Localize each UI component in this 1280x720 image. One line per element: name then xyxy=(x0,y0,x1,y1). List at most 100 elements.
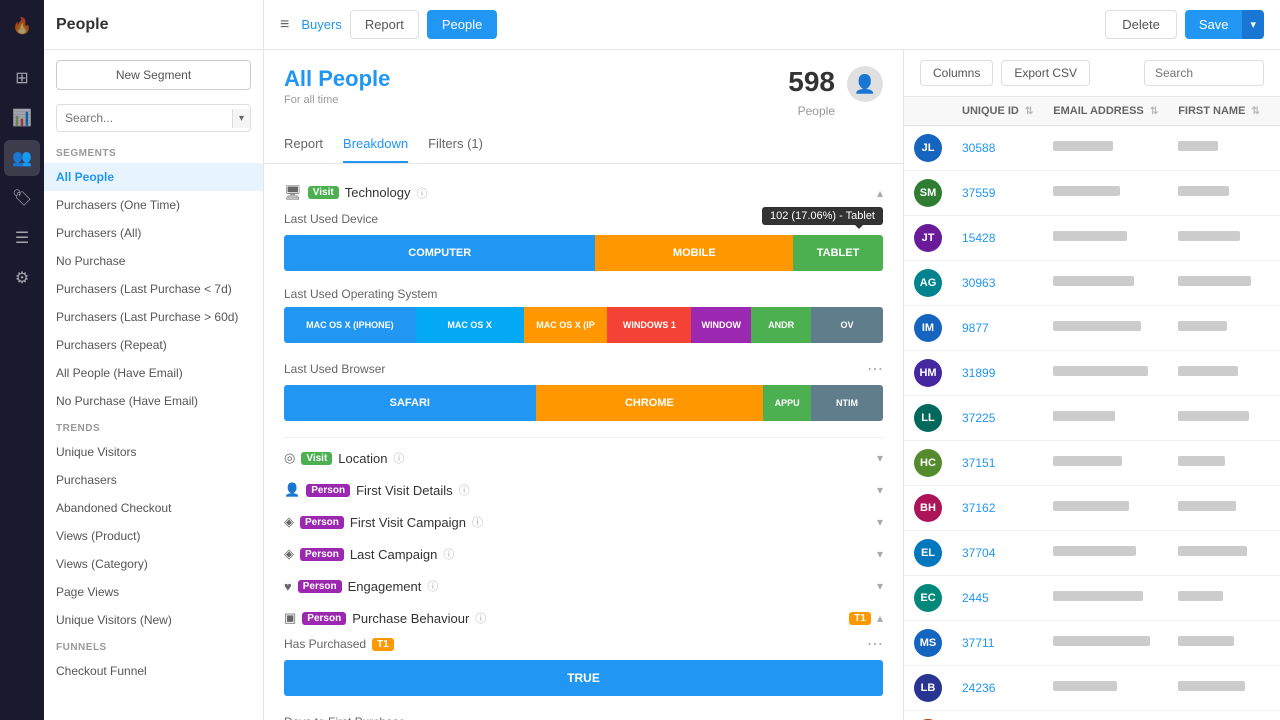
engagement-info-icon[interactable]: ⓘ xyxy=(427,578,438,594)
sidebar-item-all-people[interactable]: All People xyxy=(44,163,263,191)
people-icon[interactable]: 👥 xyxy=(4,140,40,176)
purchase-collapse-icon[interactable]: ▴ xyxy=(877,611,883,625)
save-dropdown-button[interactable]: ▾ xyxy=(1242,10,1264,39)
export-csv-button[interactable]: Export CSV xyxy=(1001,60,1090,86)
first-visit-details-left: 👤 Person First Visit Details ⓘ xyxy=(284,482,470,498)
purchase-behaviour-header[interactable]: ▣ Person Purchase Behaviour ⓘ T1 ▴ xyxy=(284,602,883,634)
chart-icon[interactable]: 📊 xyxy=(4,100,40,136)
logo-icon[interactable]: 🔥 xyxy=(4,8,40,44)
sidebar-item-purchasers-repeat[interactable]: Purchasers (Repeat) xyxy=(44,331,263,359)
location-info-icon[interactable]: ⓘ xyxy=(393,450,404,466)
buyers-breadcrumb[interactable]: Buyers xyxy=(301,17,341,32)
technology-info-icon[interactable]: ⓘ xyxy=(417,185,428,201)
table-row[interactable]: LL 37225 2 hours ago a mont xyxy=(904,396,1280,441)
tab-breakdown[interactable]: Breakdown xyxy=(343,126,408,163)
search-dropdown-arrow[interactable]: ▾ xyxy=(232,109,250,128)
sidebar-item-views-category[interactable]: Views (Category) xyxy=(44,550,263,578)
th-first-name[interactable]: FIRST NAME ⇅ xyxy=(1168,97,1270,126)
th-last-name[interactable]: LAST NAME ⇅ xyxy=(1270,97,1280,126)
list-icon[interactable]: ☰ xyxy=(4,220,40,256)
first-campaign-collapse-icon[interactable]: ▾ xyxy=(877,515,883,529)
first-visit-collapse-icon[interactable]: ▾ xyxy=(877,483,883,497)
sidebar-item-purchasers[interactable]: Purchasers xyxy=(44,466,263,494)
row-last-name xyxy=(1270,666,1280,711)
table-row[interactable]: MS 37711 3 hours ago 15 days xyxy=(904,621,1280,666)
table-row[interactable]: EL 37704 2 hours ago a day a xyxy=(904,531,1280,576)
new-segment-button[interactable]: New Segment xyxy=(56,60,251,90)
sidebar-item-purchasers-all[interactable]: Purchasers (All) xyxy=(44,219,263,247)
grid-icon[interactable]: ⊞ xyxy=(4,60,40,96)
sidebar-item-no-purchase[interactable]: No Purchase xyxy=(44,247,263,275)
row-uid: 37704 xyxy=(952,531,1043,576)
table-row[interactable]: HM 31899 an hour ago a mont xyxy=(904,351,1280,396)
sidebar-item-abandoned-checkout[interactable]: Abandoned Checkout xyxy=(44,494,263,522)
tab-filters[interactable]: Filters (1) xyxy=(428,126,483,163)
last-campaign-collapse-icon[interactable]: ▾ xyxy=(877,547,883,561)
row-first-name xyxy=(1168,171,1270,216)
days-more-icon[interactable]: ⋯ xyxy=(867,712,883,720)
row-uid: 15428 xyxy=(952,216,1043,261)
technology-collapse-icon[interactable]: ▴ xyxy=(877,186,883,200)
delete-button[interactable]: Delete xyxy=(1105,10,1177,39)
row-avatar: BH xyxy=(904,486,952,531)
location-icon: ◎ xyxy=(284,450,295,466)
sidebar-item-no-purchase-have-email[interactable]: No Purchase (Have Email) xyxy=(44,387,263,415)
tab-report[interactable]: Report xyxy=(284,126,323,163)
row-uid: 30963 xyxy=(952,261,1043,306)
row-avatar: HC xyxy=(904,441,952,486)
sidebar-item-page-views[interactable]: Page Views xyxy=(44,578,263,606)
table-row[interactable]: IM 9877 an hour ago 6 days xyxy=(904,306,1280,351)
table-row[interactable]: EC 2445 3 hours ago 5 hours xyxy=(904,576,1280,621)
table-row[interactable]: IR 19163 4 hours ago 4 hours xyxy=(904,711,1280,720)
icon-navigation: 🔥 ⊞ 📊 👥 🏷 ☰ ⚙ xyxy=(0,0,44,720)
row-avatar: AG xyxy=(904,261,952,306)
has-purchased-more-icon[interactable]: ⋯ xyxy=(867,634,883,654)
engagement-person-badge: Person xyxy=(298,580,342,593)
device-tooltip: 102 (17.06%) - Tablet xyxy=(762,207,883,225)
purchase-info-icon[interactable]: ⓘ xyxy=(475,610,486,626)
search-input[interactable] xyxy=(57,105,232,131)
sidebar-item-unique-visitors[interactable]: Unique Visitors xyxy=(44,438,263,466)
engagement-collapse-icon[interactable]: ▾ xyxy=(877,579,883,593)
sidebar-item-purchasers-last-7d[interactable]: Purchasers (Last Purchase < 7d) xyxy=(44,275,263,303)
first-visit-campaign-header[interactable]: ◈ Person First Visit Campaign ⓘ ▾ xyxy=(284,506,883,538)
technology-section-header[interactable]: 🖥 Visit Technology ⓘ ▴ xyxy=(284,176,883,209)
first-campaign-info-icon[interactable]: ⓘ xyxy=(472,514,483,530)
table-row[interactable]: JL 30588 18 minutes ago a mont xyxy=(904,126,1280,171)
people-tab-btn[interactable]: People xyxy=(427,10,497,39)
has-purchased-section: Has Purchased T1 ⋯ TRUE xyxy=(284,634,883,696)
menu-icon[interactable]: ≡ xyxy=(280,16,289,34)
table-search-input[interactable] xyxy=(1144,60,1264,86)
th-email[interactable]: EMAIL ADDRESS ⇅ xyxy=(1043,97,1168,126)
settings-icon[interactable]: ⚙ xyxy=(4,260,40,296)
location-section-header[interactable]: ◎ Visit Location ⓘ ▾ xyxy=(284,442,883,474)
sidebar-item-unique-visitors-new[interactable]: Unique Visitors (New) xyxy=(44,606,263,634)
table-row[interactable]: BH 37162 2 hours ago a mont xyxy=(904,486,1280,531)
sidebar-item-checkout-funnel[interactable]: Checkout Funnel xyxy=(44,657,263,685)
table-row[interactable]: JT 15428 an hour ago a mont xyxy=(904,216,1280,261)
table-row[interactable]: SM 37559 an hour ago 9 days xyxy=(904,171,1280,216)
first-visit-details-header[interactable]: 👤 Person First Visit Details ⓘ ▾ xyxy=(284,474,883,506)
sidebar-item-purchasers-one-time[interactable]: Purchasers (One Time) xyxy=(44,191,263,219)
last-campaign-info-icon[interactable]: ⓘ xyxy=(443,546,454,562)
save-button[interactable]: Save xyxy=(1185,10,1243,39)
browser-more-icon[interactable]: ⋯ xyxy=(867,359,883,379)
table-row[interactable]: AG 30963 an hour ago 7 days xyxy=(904,261,1280,306)
table-row[interactable]: LB 24236 3 hours ago 9 days xyxy=(904,666,1280,711)
columns-button[interactable]: Columns xyxy=(920,60,993,86)
th-unique-id[interactable]: UNIQUE ID ⇅ xyxy=(952,97,1043,126)
sidebar-item-views-product[interactable]: Views (Product) xyxy=(44,522,263,550)
row-avatar: LB xyxy=(904,666,952,711)
table-row[interactable]: HC 37151 2 hours ago a mont xyxy=(904,441,1280,486)
engagement-header[interactable]: ♥ Person Engagement ⓘ ▾ xyxy=(284,570,883,602)
device-bar-tablet: TABLET xyxy=(793,235,883,271)
sidebar-item-all-people-have-email[interactable]: All People (Have Email) xyxy=(44,359,263,387)
location-collapse-icon[interactable]: ▾ xyxy=(877,451,883,465)
first-visit-info-icon[interactable]: ⓘ xyxy=(459,482,470,498)
tag-icon[interactable]: 🏷 xyxy=(4,180,40,216)
last-campaign-header[interactable]: ◈ Person Last Campaign ⓘ ▾ xyxy=(284,538,883,570)
sidebar-item-purchasers-last-60d[interactable]: Purchasers (Last Purchase > 60d) xyxy=(44,303,263,331)
browser-chart-label: Last Used Browser ⋯ xyxy=(284,359,883,379)
report-tab-btn[interactable]: Report xyxy=(350,10,419,39)
trends-label: TRENDS xyxy=(44,415,263,438)
